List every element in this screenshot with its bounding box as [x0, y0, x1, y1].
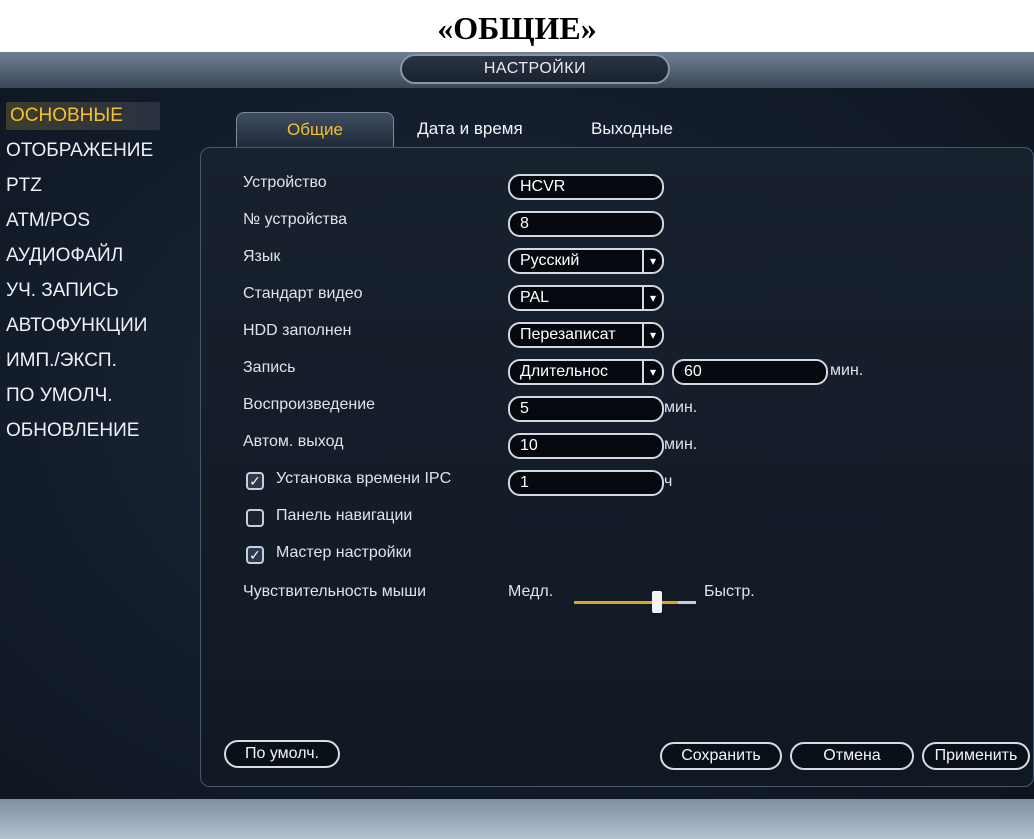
tab-holidays[interactable]: Выходные — [572, 112, 692, 146]
document-heading: «ОБЩИЕ» — [437, 10, 597, 46]
mouse-sensitivity-slider-fill[interactable] — [574, 601, 678, 604]
chevron-down-icon[interactable]: ▾ — [642, 250, 662, 272]
chevron-down-icon[interactable]: ▾ — [642, 361, 662, 383]
dvr-settings-screen: НАСТРОЙКИ ОСНОВНЫЕ ОТОБРАЖЕНИЕ PTZ ATM/P… — [0, 52, 1034, 839]
tab-general[interactable]: Общие — [236, 112, 394, 147]
playback-input[interactable]: 5 — [508, 396, 664, 422]
window-title-pill: НАСТРОЙКИ — [400, 54, 670, 84]
startup-wizard-checkbox[interactable]: ✓ — [246, 546, 264, 564]
checkmark-icon: ✓ — [249, 473, 261, 489]
hdd-full-select[interactable]: Перезаписат ▾ — [508, 322, 664, 348]
device-name-input[interactable]: HCVR — [508, 174, 664, 200]
save-button[interactable]: Сохранить — [660, 742, 782, 770]
window-title: НАСТРОЙКИ — [483, 60, 587, 77]
apply-button[interactable]: Применить — [922, 742, 1030, 770]
sidebar-item-ptz[interactable]: PTZ — [6, 172, 42, 200]
video-standard-label: Стандарт видео — [243, 285, 363, 302]
ipc-time-sync-label: Установка времени IPC — [276, 470, 452, 487]
auto-logout-label: Автом. выход — [243, 433, 344, 450]
settings-panel — [200, 147, 1034, 787]
record-duration-unit: мин. — [830, 362, 864, 379]
sidebar-item-atm-pos[interactable]: ATM/POS — [6, 207, 90, 235]
playback-unit: мин. — [664, 399, 698, 416]
hdd-full-label: HDD заполнен — [243, 322, 352, 339]
ipc-time-sync-unit: ч — [664, 473, 673, 490]
record-mode-select[interactable]: Длительнос ▾ — [508, 359, 664, 385]
language-select[interactable]: Русский ▾ — [508, 248, 664, 274]
checkmark-icon: ✓ — [249, 547, 261, 563]
video-standard-value: PAL — [520, 289, 550, 306]
language-value: Русский — [520, 252, 580, 269]
mouse-sensitivity-slider-track[interactable] — [678, 601, 696, 604]
video-standard-select[interactable]: PAL ▾ — [508, 285, 664, 311]
bottom-status-bar — [0, 799, 1034, 839]
chevron-down-icon[interactable]: ▾ — [642, 287, 662, 309]
nav-bar-checkbox[interactable] — [246, 509, 264, 527]
hdd-full-value: Перезаписат — [520, 326, 616, 343]
playback-label: Воспроизведение — [243, 396, 376, 413]
record-duration-input[interactable]: 60 — [672, 359, 828, 385]
device-number-input[interactable]: 8 — [508, 211, 664, 237]
default-button[interactable]: По умолч. — [224, 740, 340, 768]
record-mode-value: Длительнос — [520, 363, 609, 380]
tab-date-time[interactable]: Дата и время — [400, 112, 540, 146]
ipc-time-sync-input[interactable]: 1 — [508, 470, 664, 496]
language-label: Язык — [243, 248, 281, 265]
title-bar: НАСТРОЙКИ — [0, 52, 1034, 88]
record-label: Запись — [243, 359, 296, 376]
sidebar-item-auto-functions[interactable]: АВТОФУНКЦИИ — [6, 312, 147, 340]
mouse-sensitivity-fast-label: Быстр. — [704, 583, 755, 600]
sidebar-item-display[interactable]: ОТОБРАЖЕНИЕ — [6, 137, 153, 165]
sidebar-item-update[interactable]: ОБНОВЛЕНИЕ — [6, 417, 139, 445]
device-number-label: № устройства — [243, 211, 348, 228]
sidebar-item-defaults[interactable]: ПО УМОЛЧ. — [6, 382, 113, 410]
sidebar-item-import-export[interactable]: ИМП./ЭКСП. — [6, 347, 117, 375]
auto-logout-unit: мин. — [664, 436, 698, 453]
chevron-down-icon[interactable]: ▾ — [642, 324, 662, 346]
mouse-sensitivity-slider-handle[interactable] — [652, 591, 662, 613]
startup-wizard-label: Мастер настройки — [276, 544, 412, 561]
sidebar-item-audio-file[interactable]: АУДИОФАЙЛ — [6, 242, 123, 270]
cancel-button[interactable]: Отмена — [790, 742, 914, 770]
ipc-time-sync-checkbox[interactable]: ✓ — [246, 472, 264, 490]
sidebar-item-basic[interactable]: ОСНОВНЫЕ — [6, 102, 160, 130]
nav-bar-label: Панель навигации — [276, 507, 413, 524]
device-name-label: Устройство — [243, 174, 327, 191]
auto-logout-input[interactable]: 10 — [508, 433, 664, 459]
sidebar-item-accounts[interactable]: УЧ. ЗАПИСЬ — [6, 277, 119, 305]
mouse-sensitivity-slow-label: Медл. — [508, 583, 554, 600]
mouse-sensitivity-label: Чувствительность мыши — [243, 583, 427, 600]
